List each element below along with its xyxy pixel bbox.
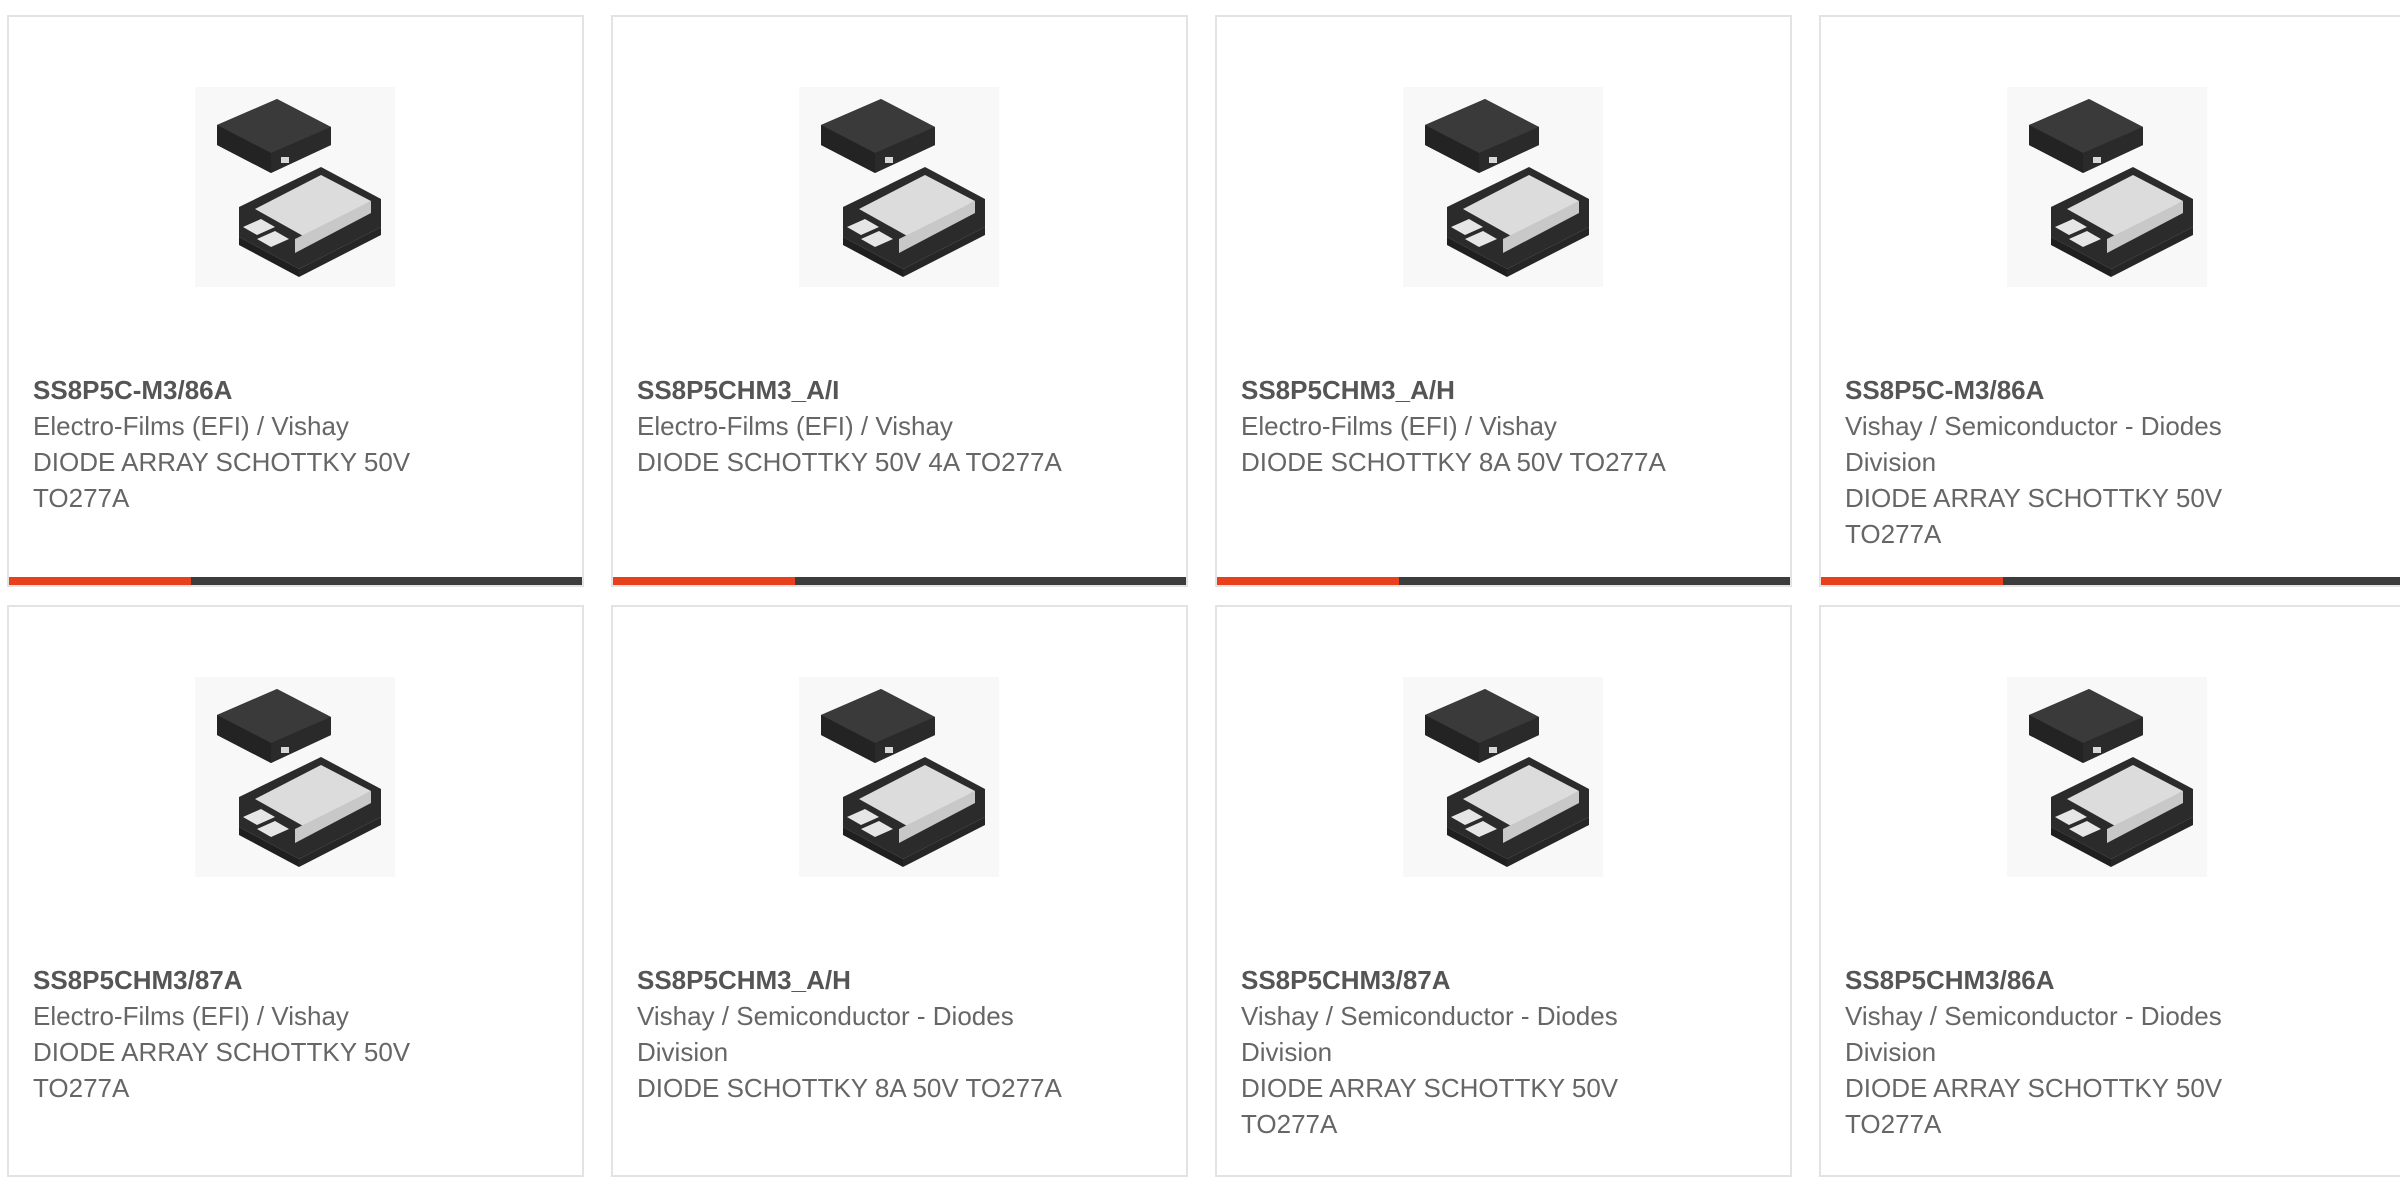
- diode-package-image: [2007, 87, 2207, 287]
- part-number[interactable]: SS8P5CHM3/86A: [1845, 962, 2275, 998]
- part-number[interactable]: SS8P5CHM3_A/H: [1241, 372, 1671, 408]
- diode-package-image: [2007, 677, 2207, 877]
- card-bottom-bar: [1821, 577, 2400, 585]
- part-number[interactable]: SS8P5CHM3/87A: [33, 962, 463, 998]
- description: DIODE ARRAY SCHOTTKY 50V TO277A: [1845, 1073, 2223, 1139]
- description: DIODE ARRAY SCHOTTKY 50V TO277A: [33, 447, 411, 513]
- description: DIODE SCHOTTKY 8A 50V TO277A: [1241, 447, 1666, 477]
- part-number[interactable]: SS8P5C-M3/86A: [1845, 372, 2275, 408]
- diode-package-image: [799, 87, 999, 287]
- product-info: SS8P5CHM3/86A Vishay / Semiconductor - D…: [1845, 962, 2275, 1142]
- manufacturer: Electro-Films (EFI) / Vishay: [33, 1001, 349, 1031]
- part-number[interactable]: SS8P5CHM3_A/I: [637, 372, 1067, 408]
- product-card[interactable]: SS8P5CHM3_A/I Electro-Films (EFI) / Vish…: [611, 15, 1188, 587]
- product-info: SS8P5CHM3_A/H Electro-Films (EFI) / Vish…: [1241, 372, 1671, 480]
- product-card[interactable]: SS8P5CHM3/87A Electro-Films (EFI) / Vish…: [7, 605, 584, 1177]
- manufacturer: Vishay / Semiconductor - Diodes Division: [1845, 1001, 2222, 1067]
- description: DIODE SCHOTTKY 50V 4A TO277A: [637, 447, 1062, 477]
- manufacturer: Electro-Films (EFI) / Vishay: [33, 411, 349, 441]
- card-accent-bar: [613, 577, 795, 585]
- product-info: SS8P5C-M3/86A Vishay / Semiconductor - D…: [1845, 372, 2275, 552]
- card-bottom-bar: [1217, 577, 1790, 585]
- description: DIODE SCHOTTKY 8A 50V TO277A: [637, 1073, 1062, 1103]
- card-accent-bar: [9, 577, 191, 585]
- card-bottom-bar: [613, 577, 1186, 585]
- product-info: SS8P5CHM3/87A Vishay / Semiconductor - D…: [1241, 962, 1671, 1142]
- manufacturer: Vishay / Semiconductor - Diodes Division: [1241, 1001, 1618, 1067]
- product-card[interactable]: SS8P5C-M3/86A Electro-Films (EFI) / Vish…: [7, 15, 584, 587]
- product-card[interactable]: SS8P5CHM3_A/H Electro-Films (EFI) / Vish…: [1215, 15, 1792, 587]
- part-number[interactable]: SS8P5CHM3/87A: [1241, 962, 1671, 998]
- card-bottom-bar: [9, 577, 582, 585]
- description: DIODE ARRAY SCHOTTKY 50V TO277A: [1845, 483, 2223, 549]
- manufacturer: Vishay / Semiconductor - Diodes Division: [1845, 411, 2222, 477]
- product-info: SS8P5CHM3/87A Electro-Films (EFI) / Vish…: [33, 962, 463, 1106]
- diode-package-image: [1403, 87, 1603, 287]
- product-card[interactable]: SS8P5CHM3_A/H Vishay / Semiconductor - D…: [611, 605, 1188, 1177]
- manufacturer: Vishay / Semiconductor - Diodes Division: [637, 1001, 1014, 1067]
- card-accent-bar: [1217, 577, 1399, 585]
- diode-package-image: [1403, 677, 1603, 877]
- part-number[interactable]: SS8P5C-M3/86A: [33, 372, 463, 408]
- product-card[interactable]: SS8P5C-M3/86A Vishay / Semiconductor - D…: [1819, 15, 2400, 587]
- diode-package-image: [195, 87, 395, 287]
- product-grid: SS8P5C-M3/86A Electro-Films (EFI) / Vish…: [0, 0, 2400, 1177]
- product-card[interactable]: SS8P5CHM3/87A Vishay / Semiconductor - D…: [1215, 605, 1792, 1177]
- diode-package-image: [799, 677, 999, 877]
- product-info: SS8P5C-M3/86A Electro-Films (EFI) / Vish…: [33, 372, 463, 516]
- product-card[interactable]: SS8P5CHM3/86A Vishay / Semiconductor - D…: [1819, 605, 2400, 1177]
- product-info: SS8P5CHM3_A/I Electro-Films (EFI) / Vish…: [637, 372, 1067, 480]
- manufacturer: Electro-Films (EFI) / Vishay: [1241, 411, 1557, 441]
- manufacturer: Electro-Films (EFI) / Vishay: [637, 411, 953, 441]
- description: DIODE ARRAY SCHOTTKY 50V TO277A: [33, 1037, 411, 1103]
- description: DIODE ARRAY SCHOTTKY 50V TO277A: [1241, 1073, 1619, 1139]
- product-info: SS8P5CHM3_A/H Vishay / Semiconductor - D…: [637, 962, 1067, 1106]
- part-number[interactable]: SS8P5CHM3_A/H: [637, 962, 1067, 998]
- card-accent-bar: [1821, 577, 2003, 585]
- diode-package-image: [195, 677, 395, 877]
